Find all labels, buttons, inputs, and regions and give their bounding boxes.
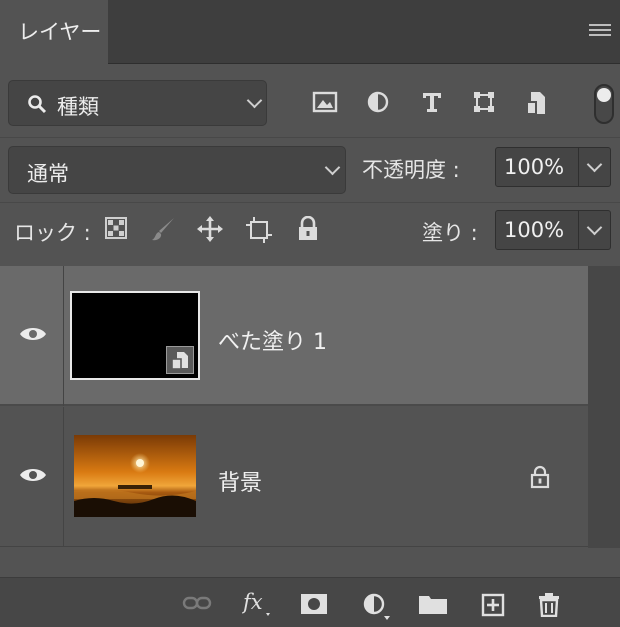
svg-text:fx: fx: [242, 590, 263, 614]
fill-input[interactable]: 100%: [495, 210, 579, 250]
tab-layers[interactable]: レイヤー: [0, 0, 108, 64]
lock-icon: [530, 465, 550, 489]
pixel-layer-filter-icon[interactable]: [312, 90, 338, 114]
visibility-column: [0, 407, 64, 547]
chevron-down-icon: [324, 159, 341, 176]
search-icon: [28, 95, 47, 114]
layer-name[interactable]: 背景: [218, 465, 262, 497]
fill-dropdown[interactable]: [579, 210, 611, 250]
opacity-label: 不透明度 :: [362, 158, 460, 182]
layers-toolbar: fx: [0, 577, 620, 627]
blend-mode-label: 通常: [27, 162, 69, 186]
eye-icon[interactable]: [19, 466, 47, 484]
panel-menu-icon[interactable]: [589, 24, 611, 40]
smart-object-filter-icon[interactable]: [525, 90, 547, 116]
chevron-down-icon: [246, 92, 263, 109]
new-adjustment-layer-icon[interactable]: [362, 593, 392, 621]
tab-layers-label: レイヤー: [18, 20, 102, 44]
opacity-dropdown[interactable]: [579, 147, 611, 187]
filter-kind-label: 種類: [57, 95, 99, 119]
divider: [0, 137, 620, 138]
layer-thumbnail[interactable]: [70, 291, 200, 380]
sunset-photo-thumbnail: [74, 435, 196, 517]
layer-row-fill[interactable]: べた塗り 1: [0, 266, 588, 406]
new-group-folder-icon[interactable]: [418, 593, 448, 615]
lock-position-icon[interactable]: [197, 216, 223, 242]
type-layer-filter-icon[interactable]: [420, 90, 444, 114]
trash-icon[interactable]: [538, 593, 560, 617]
blend-mode-select[interactable]: 通常: [8, 146, 346, 194]
divider: [0, 202, 620, 203]
fx-layer-style-icon[interactable]: fx: [242, 589, 272, 617]
scrollbar[interactable]: [588, 266, 620, 548]
lock-label: ロック :: [14, 221, 91, 245]
layer-name[interactable]: べた塗り 1: [218, 324, 327, 356]
chevron-down-icon: [586, 219, 603, 236]
filter-kind-select[interactable]: 種類: [8, 80, 267, 126]
layers-panel: レイヤー 種類 通常 不透明度 : 100% ロック: 塗り: 100% べ…: [0, 0, 620, 627]
opacity-value: 100%: [504, 155, 565, 179]
eye-icon[interactable]: [19, 325, 47, 343]
chevron-down-icon: [586, 156, 603, 173]
lock-all-icon[interactable]: [297, 216, 319, 242]
link-layers-icon[interactable]: [182, 593, 212, 613]
layer-row-background[interactable]: 背景: [0, 407, 588, 547]
lock-image-pixels-icon[interactable]: [150, 216, 176, 242]
filter-toggle-switch[interactable]: [594, 84, 614, 124]
opacity-input[interactable]: 100%: [495, 147, 579, 187]
visibility-column: [0, 266, 64, 406]
fill-layer-badge-icon: [166, 346, 194, 374]
fill-value: 100%: [504, 218, 565, 242]
lock-transparent-pixels-icon[interactable]: [104, 216, 128, 240]
panel-tab-bar: レイヤー: [0, 0, 620, 64]
lock-artboard-icon[interactable]: [245, 216, 273, 244]
shape-layer-filter-icon[interactable]: [472, 90, 496, 114]
layer-list: べた塗り 1 背景: [0, 266, 588, 548]
adjustment-layer-filter-icon[interactable]: [366, 90, 390, 114]
add-mask-icon[interactable]: [300, 593, 328, 615]
new-layer-icon[interactable]: [481, 593, 505, 617]
layer-thumbnail[interactable]: [74, 435, 196, 517]
fill-label: 塗り :: [422, 221, 478, 245]
